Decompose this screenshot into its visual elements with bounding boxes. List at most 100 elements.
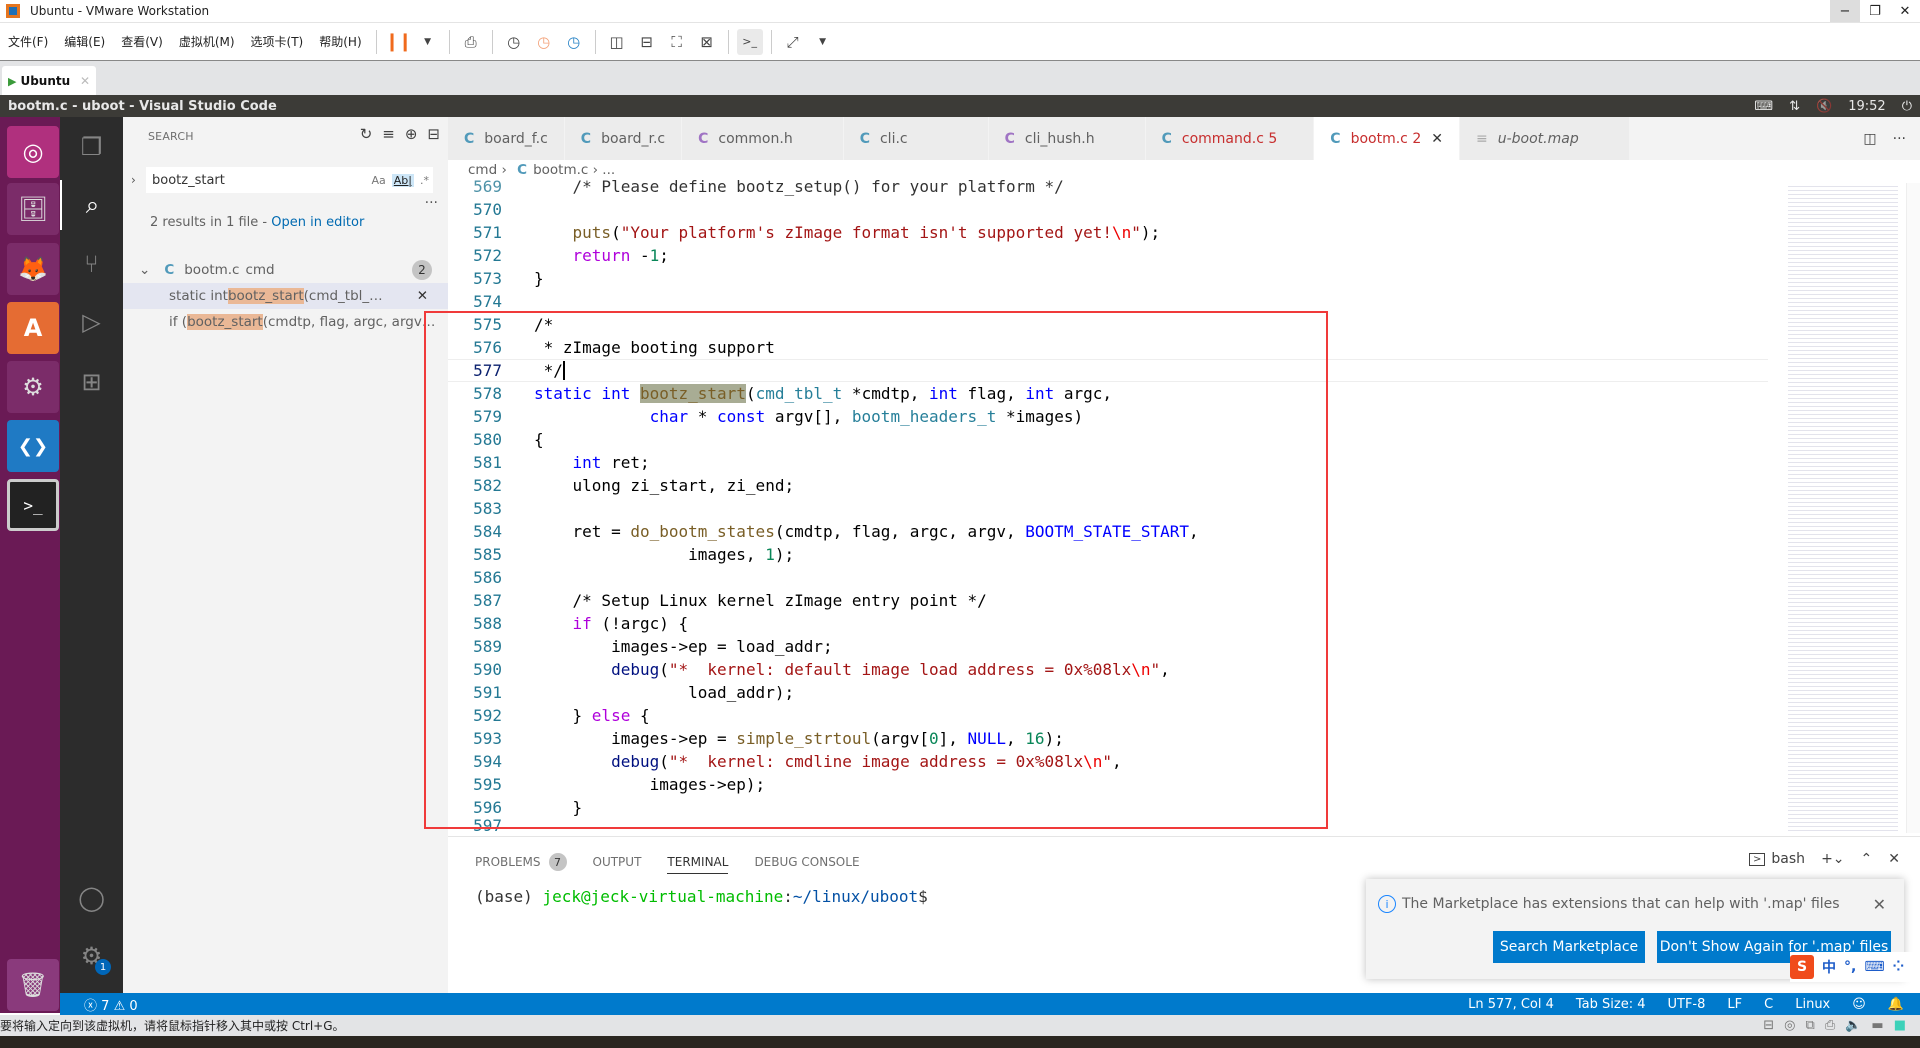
cursor-position[interactable]: Ln 577, Col 4 — [1468, 997, 1554, 1012]
minimap[interactable] — [1788, 183, 1898, 833]
fullscreen-icon[interactable]: ⛶ — [664, 29, 690, 55]
hard-disk-icon[interactable]: ⊟ — [1763, 1018, 1774, 1033]
dropdown-icon[interactable]: ▼ — [810, 29, 836, 55]
menu-tabs[interactable]: 选项卡(T) — [243, 33, 312, 50]
search-input[interactable]: bootz_start Aa Ab| .* — [146, 167, 433, 193]
tab-problems[interactable]: PROBLEMS 7 — [475, 850, 567, 874]
run-debug-icon[interactable]: ▷ — [60, 297, 123, 347]
revert-snapshot-icon[interactable]: ◷ — [531, 29, 557, 55]
settings-gear-icon[interactable]: ⚙ 1 — [60, 931, 123, 981]
source-control-icon[interactable]: ⑂ — [60, 239, 123, 289]
dropdown-icon[interactable]: ▼ — [415, 29, 441, 55]
split-editor-icon[interactable]: ◫ — [1863, 131, 1876, 147]
usb-device-icon[interactable]: ▬ — [1871, 1018, 1883, 1033]
terminal-name[interactable]: bash — [1771, 851, 1805, 867]
close-panel-icon[interactable]: ✕ — [1888, 851, 1900, 867]
dock-files-icon[interactable]: 🗄 — [7, 183, 59, 235]
tab-size[interactable]: Tab Size: 4 — [1576, 997, 1646, 1012]
pause-icon[interactable]: ❙❙ — [385, 29, 413, 55]
tab-common-h[interactable]: Ccommon.h — [682, 117, 844, 160]
result-file-row[interactable]: ⌄ C bootm.c cmd 2 — [123, 257, 448, 283]
unity-icon[interactable]: ⊠ — [694, 29, 720, 55]
tab-terminal[interactable]: TERMINAL — [667, 850, 729, 874]
dock-ubuntu-icon[interactable]: ◎ — [7, 126, 59, 178]
stretch-icon[interactable]: ⤢ — [780, 29, 806, 55]
feedback-icon[interactable]: ☺ — [1852, 997, 1866, 1012]
account-icon[interactable]: ◯ — [60, 873, 123, 923]
network-adapter-icon[interactable]: ⧉ — [1806, 1018, 1815, 1033]
volume-muted-icon[interactable]: 🔇 — [1816, 99, 1832, 114]
maximize-button[interactable]: ❐ — [1860, 0, 1890, 22]
ime-menu-icon[interactable]: ⁘ — [1893, 959, 1905, 975]
tab-board-f-c[interactable]: Cboard_f.c — [448, 117, 565, 160]
clock[interactable]: 19:52 — [1848, 99, 1885, 114]
menu-file[interactable]: 文件(F) — [0, 33, 56, 50]
search-marketplace-button[interactable]: Search Marketplace — [1493, 931, 1645, 963]
sound-card-icon[interactable]: 🔈 — [1845, 1018, 1861, 1033]
menu-view[interactable]: 查看(V) — [113, 33, 171, 50]
thumbnail-bar-icon[interactable]: ⊟ — [634, 29, 660, 55]
snapshot-manager-icon[interactable]: ◷ — [561, 29, 587, 55]
ime-mode[interactable]: 中 — [1822, 957, 1836, 977]
sogou-logo-icon[interactable]: S — [1790, 955, 1814, 979]
notifications-bell-icon[interactable]: 🔔 — [1888, 997, 1904, 1012]
printer-icon[interactable]: ⎙ — [1825, 1018, 1835, 1033]
cd-dvd-icon[interactable]: ◎ — [1784, 1018, 1795, 1033]
platform[interactable]: Linux — [1795, 997, 1830, 1012]
explorer-icon[interactable]: ❐ — [60, 122, 123, 172]
editor-scrollbar[interactable] — [1906, 183, 1920, 833]
network-icon[interactable]: ⇅ — [1789, 99, 1800, 114]
match-whole-word-toggle[interactable]: Ab| — [391, 173, 414, 187]
terminal-output[interactable]: (base) jeck@jeck-virtual-machine:~/linux… — [475, 887, 928, 906]
vm-tab-ubuntu[interactable]: ▶ Ubuntu ✕ — [2, 66, 96, 96]
result-match-row[interactable]: if (bootz_start (cmdtp, flag, argc, argv… — [123, 309, 448, 335]
tab-cli-c[interactable]: Ccli.c — [843, 117, 989, 160]
ime-punctuation[interactable]: °, — [1844, 959, 1856, 975]
search-icon[interactable]: ⌕ — [60, 180, 123, 230]
tab-debug-console[interactable]: DEBUG CONSOLE — [754, 850, 859, 874]
tab-command-c[interactable]: Ccommand.c 5 — [1145, 117, 1315, 160]
close-tab-icon[interactable]: ✕ — [1431, 131, 1443, 147]
close-button[interactable]: ✕ — [1890, 0, 1920, 22]
more-actions-icon[interactable]: ··· — [1893, 131, 1906, 147]
language-mode[interactable]: C — [1764, 997, 1773, 1012]
ime-keyboard-icon[interactable]: ⌨ — [1864, 959, 1884, 975]
extensions-icon[interactable]: ⊞ — [60, 357, 123, 407]
tab-u-boot-map[interactable]: ≡ u-boot.map — [1459, 117, 1630, 160]
power-icon[interactable]: ⏻ — [1902, 99, 1912, 114]
more-options-icon[interactable]: ··· — [425, 195, 438, 211]
close-notification-icon[interactable]: ✕ — [1873, 895, 1886, 914]
collapse-all-icon[interactable]: ⊟ — [427, 125, 440, 143]
dock-trash-icon[interactable]: 🗑 — [7, 959, 59, 1011]
message-log-icon[interactable]: ■ — [1894, 1018, 1906, 1033]
menu-edit[interactable]: 编辑(E) — [56, 33, 113, 50]
minimize-button[interactable]: − — [1830, 0, 1860, 22]
tab-board-r-c[interactable]: Cboard_r.c — [564, 117, 683, 160]
send-ctrl-alt-del-icon[interactable]: ⎙ — [458, 29, 484, 55]
open-in-editor-link[interactable]: Open in editor — [271, 215, 364, 230]
close-tab-icon[interactable]: ✕ — [80, 74, 90, 88]
problems-status[interactable]: ⓧ 7 ⚠ 0 — [60, 995, 138, 1014]
keyboard-icon[interactable]: ⌨ — [1754, 99, 1773, 114]
dock-vscode-icon[interactable]: ❮❯ — [7, 420, 59, 472]
snapshot-icon[interactable]: ◷ — [501, 29, 527, 55]
line-ending[interactable]: LF — [1727, 997, 1742, 1012]
toggle-replace-chevron-icon[interactable]: › — [131, 173, 136, 187]
dock-firefox-icon[interactable]: 🦊 — [7, 243, 59, 295]
maximize-panel-icon[interactable]: ⌃ — [1861, 851, 1873, 867]
new-search-editor-icon[interactable]: ⊕ — [405, 125, 418, 143]
result-match-row[interactable]: static int bootz_start (cmd_tbl_… ✕ — [123, 283, 448, 309]
dock-system-settings-icon[interactable]: ⚙ — [7, 361, 59, 413]
menu-vm[interactable]: 虚拟机(M) — [171, 33, 243, 50]
console-view-icon[interactable]: >_ — [736, 28, 763, 55]
dock-terminal-icon[interactable]: >_ — [7, 479, 59, 531]
tab-cli-hush-h[interactable]: Ccli_hush.h — [988, 117, 1146, 160]
encoding[interactable]: UTF-8 — [1668, 997, 1706, 1012]
match-case-toggle[interactable]: Aa — [372, 174, 386, 187]
library-icon[interactable]: ◫ — [604, 29, 630, 55]
refresh-icon[interactable]: ↻ — [360, 125, 373, 143]
use-regex-toggle[interactable]: .* — [420, 174, 429, 187]
new-terminal-icon[interactable]: +⌄ — [1821, 851, 1844, 867]
dock-software-center-icon[interactable]: A — [7, 302, 59, 354]
dismiss-result-icon[interactable]: ✕ — [417, 288, 428, 304]
